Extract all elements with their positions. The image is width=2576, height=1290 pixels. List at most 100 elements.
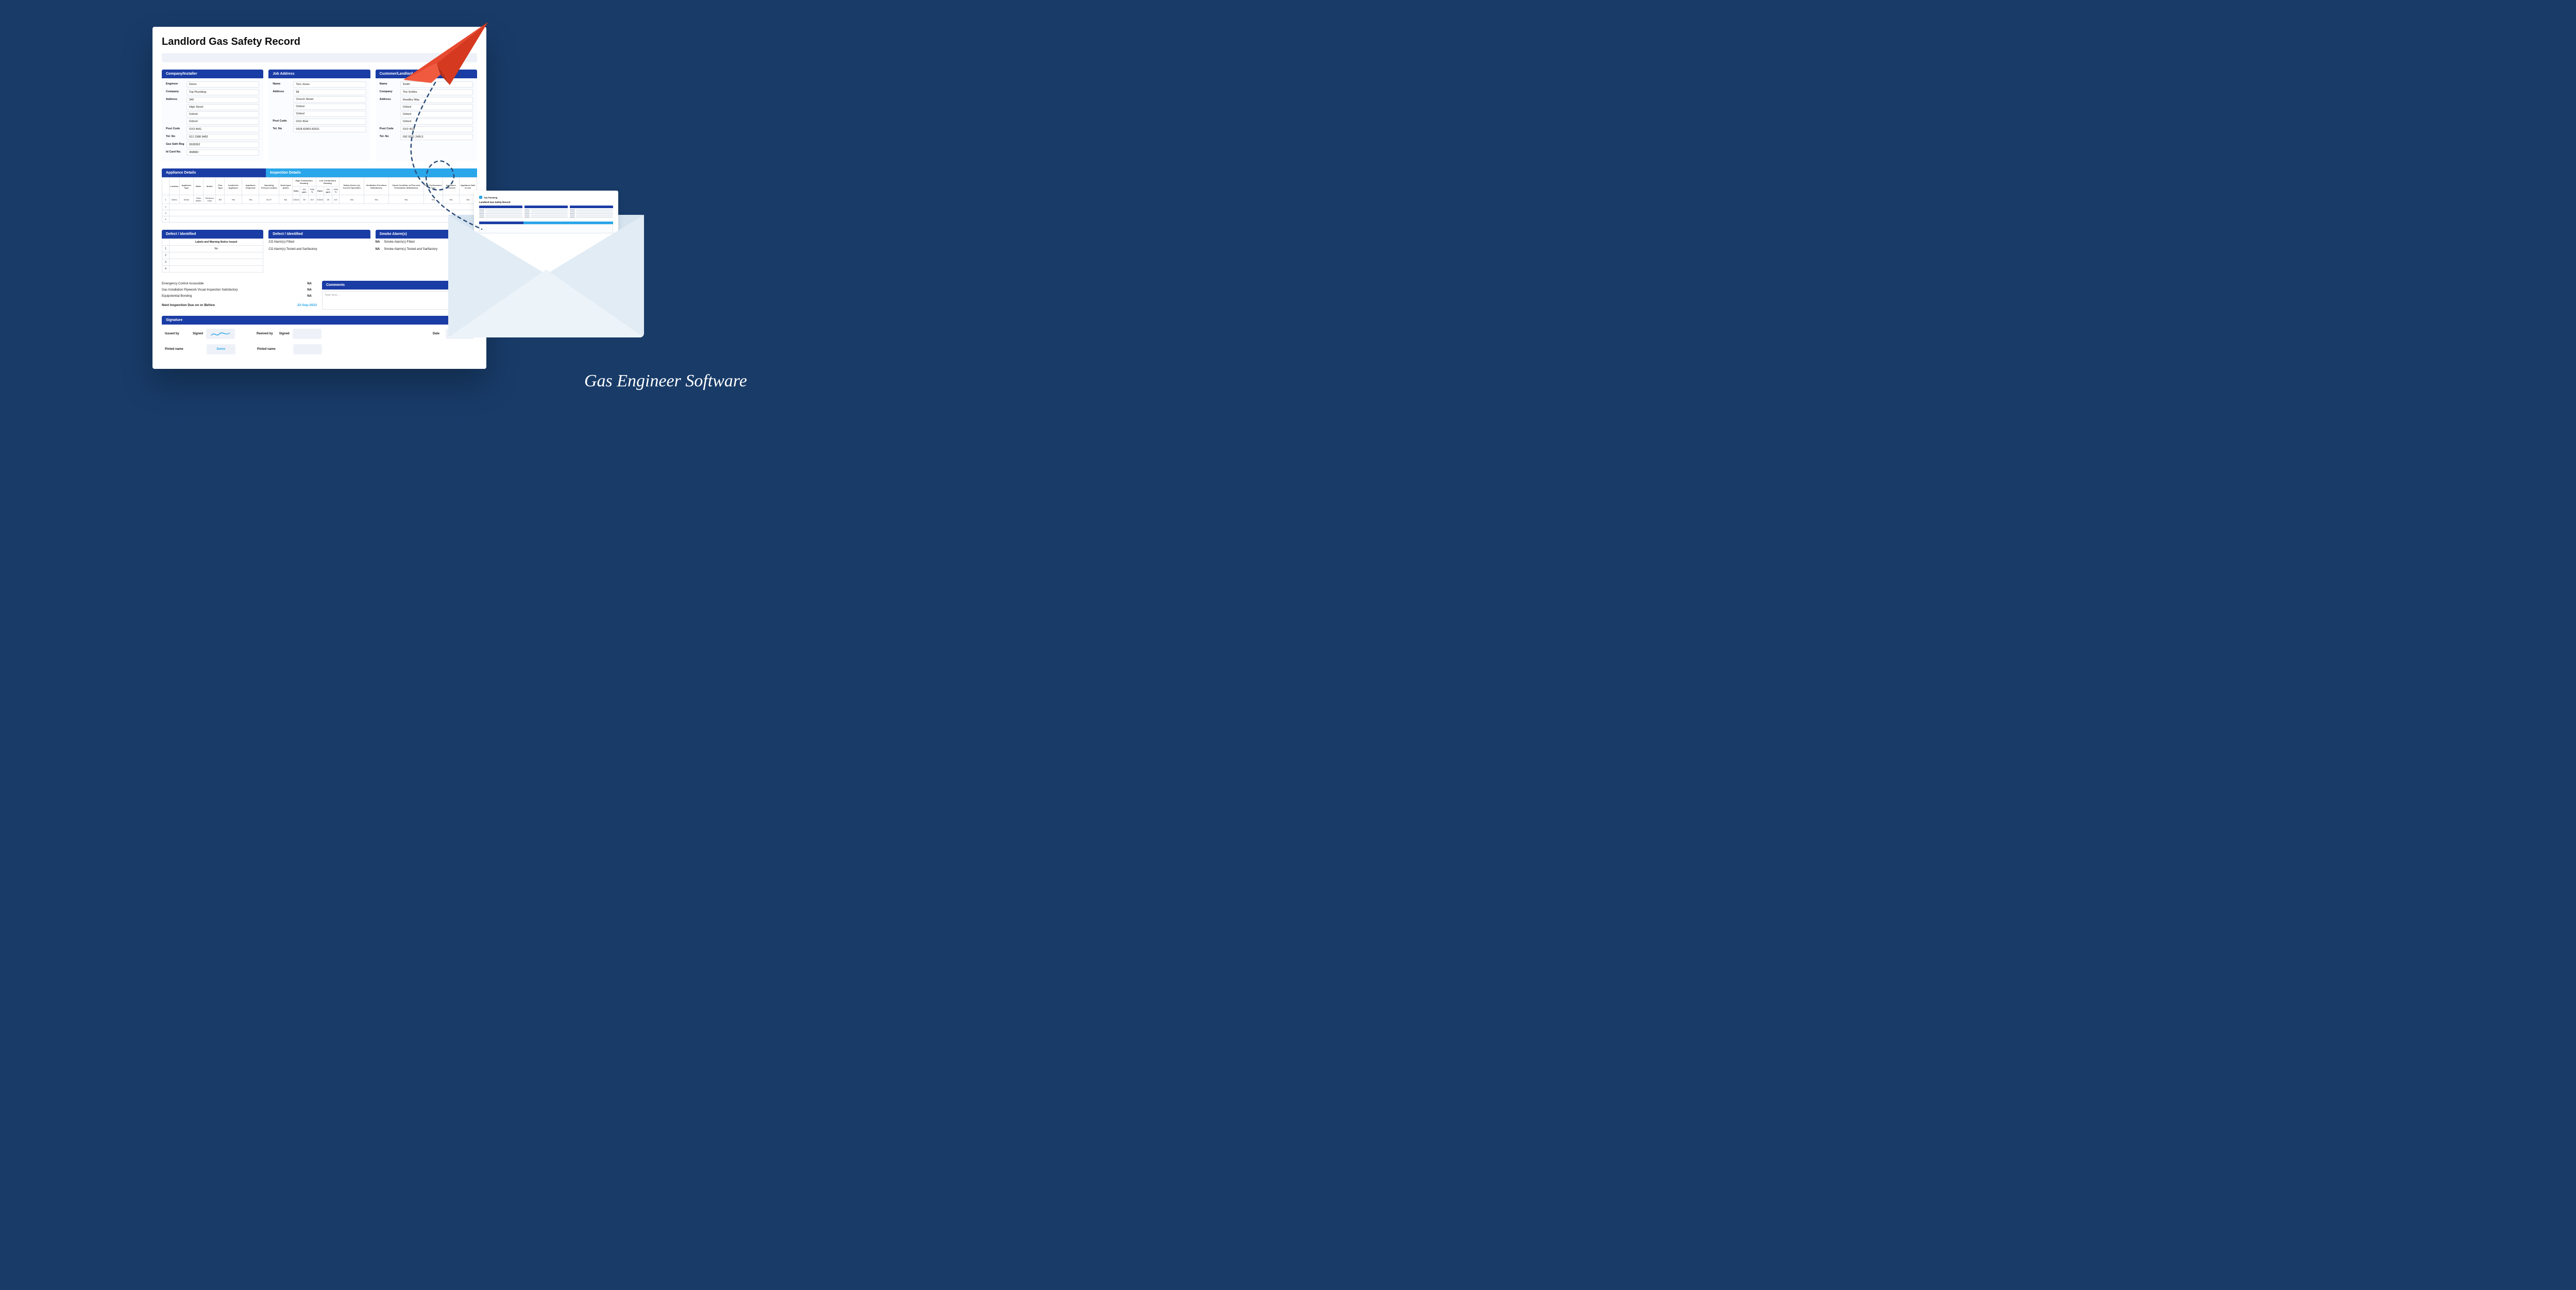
printed-name-receiver[interactable] [293,344,322,354]
gassafe-label: Gas Safe Reg [166,142,187,146]
idcard-label: Id Card No. [166,149,187,154]
col-operating-pressure: Operating Pressure (mbar) [259,178,279,195]
signature-box-receiver[interactable] [293,329,321,339]
printed-name-label: Pinted name [257,348,276,351]
col-appliance-type: Appliance Type [179,178,194,195]
signature-row-2: Pinted name Demo Pinted name [162,344,477,360]
address-line: Headley Way [400,97,473,103]
col-high-combustion: High Combustion Reading [292,178,316,186]
col-ventilation: Ventilation Provision Satisfactory [364,178,389,195]
telno-value: 0928 82893 82921 [293,126,366,132]
na-value: NA [376,248,380,251]
engineer-value: Demo [187,81,259,88]
equipment-checks-block: Emergency Control Accessible NA Gas Insta… [162,281,317,310]
date-label: Date [433,332,439,335]
address-line: Oxford [293,104,366,110]
company-value: Top Plumbing [187,89,259,95]
col-hc-co2: CO2 % [309,186,316,195]
mini-doc-title: Landlord Gas Safety Record [479,201,613,203]
na-value: NA [376,241,380,244]
na-value: NA [307,282,312,285]
co-alarm-header: Defect / Identified [268,230,370,239]
telno-label: Tel. No [166,134,187,138]
address-label: Address [273,89,293,93]
telno-label: Tel. No [273,126,293,130]
postcode-value: OX3 4HG [187,126,259,132]
name-label: Name [273,81,293,86]
signature-row-1: Issued by Signed Reeived by Signed Date … [162,325,477,344]
col-heat-input: Heat Input (kw/h) [279,178,293,195]
name-label: Name [380,81,400,86]
mini-logo-icon [479,196,482,199]
address-line: High Street [187,104,259,110]
col-make: Make [194,178,204,195]
equipotential-label: Equipotential Bonding [162,295,192,298]
address-line: Oxford [187,111,259,117]
appliance-details-header: Appliance Details [162,168,266,177]
mini-doc-logo: Top Plumbing [479,196,613,199]
address-line: Oxford [400,118,473,125]
appliance-inspection-table: Location Appliance Type Make Model Flue … [162,177,477,223]
table-row: 2 [162,204,477,210]
col-hc-co: CO ppm [300,186,308,195]
address-line: 340 [187,97,259,103]
address-line: 98 [293,89,366,95]
defect-identified-card: Defect / Identified Labels and Warning N… [162,230,263,273]
address-line: Oxford [400,111,473,117]
gassafe-value: 0928392 [187,142,259,148]
address-line: Oxford [187,118,259,125]
col-flue-type: Flue Type [216,178,225,195]
address-line: Oxford [400,104,473,110]
signature-header: Signature [162,316,477,325]
table-row: 1 Demo Demo Glow Warm Flexicom 12hx RS Y… [162,195,477,204]
postcode-label: Post Code [380,126,400,130]
col-model: Model [204,178,216,195]
defect-identified-table: Labels and Warning Notice Issued 1No 2 3… [162,239,263,273]
company-installer-header: Company/Installer [162,70,263,78]
issued-by-label: Issued by [165,332,179,335]
name-value: Tom Jones [293,81,366,88]
emergency-control-label: Emergency Control Accessible [162,282,204,285]
printed-name-issuer[interactable]: Demo [207,344,235,354]
signed-label: Signed [193,332,203,335]
job-address-card: Job Address NameTom Jones Address 98 Chu… [268,70,370,161]
postcode-value: OX3 4GH [293,118,366,125]
mini-company-name: Top Plumbing [484,196,497,199]
table-row: 3 [162,210,477,216]
equipment-comments-row: Emergency Control Accessible NA Gas Insta… [162,281,477,310]
next-inspection-date: 22-Sep-2023 [297,303,317,307]
col-landlords-appliance: Landlord's Appliance [225,178,242,195]
gas-pipework-label: Gas Installation Pipework Visual Inspect… [162,288,238,292]
brand-signature: Gas Engineer Software [584,371,747,391]
col-hc-ratio: Ratio [292,186,300,195]
signature-squiggle-icon [210,330,231,337]
col-safety-device: Safety Device (s) Correct Operation [340,178,364,195]
col-lc-co: CO ppm [324,186,332,195]
telno-value: 092 9321 24913 [400,134,473,140]
co-alarm-card: Defect / Identified CO Alarm(s) Fitted C… [268,230,370,273]
address-line: Church Street [293,96,366,103]
company-label: Company [166,89,187,93]
na-value: NA [307,288,312,292]
appliance-inspection-header-row: Appliance Details Inspection Details [162,168,477,177]
co-alarm-tested-label: CO Alarm(s) Tested and Sarifactory [268,248,317,251]
job-address-header: Job Address [268,70,370,78]
idcard-value: 458882 [187,149,259,156]
col-lc-co2: CO2 % [332,186,340,195]
signature-box-issuer[interactable] [206,329,235,339]
col-visual-condition: Visual Condition of Flue and Termination… [388,178,423,195]
col-location: Location [170,178,180,195]
col-appliance-inspected: Appliance Inspected [242,178,259,195]
envelope-graphic: Top Plumbing Landlord Gas Safety Record [448,183,644,353]
co-alarm-fitted-label: CO Alarm(s) Fitted [268,241,294,244]
defects-smoke-row: Defect / Identified Labels and Warning N… [162,230,477,273]
col-low-combustion: Low Combustion Reading [316,178,340,186]
inspection-details-header: Inspection Details [266,168,477,177]
defect-identified-header: Defect / Identified [162,230,263,239]
col-flue-performance: Flue Performance Test [423,178,443,195]
address-label: Address [380,97,400,101]
postcode-label: Post Code [166,126,187,130]
engineer-label: Engineer [166,81,187,86]
received-by-label: Reeived by [257,332,273,335]
address-line: Oxford [293,111,366,117]
